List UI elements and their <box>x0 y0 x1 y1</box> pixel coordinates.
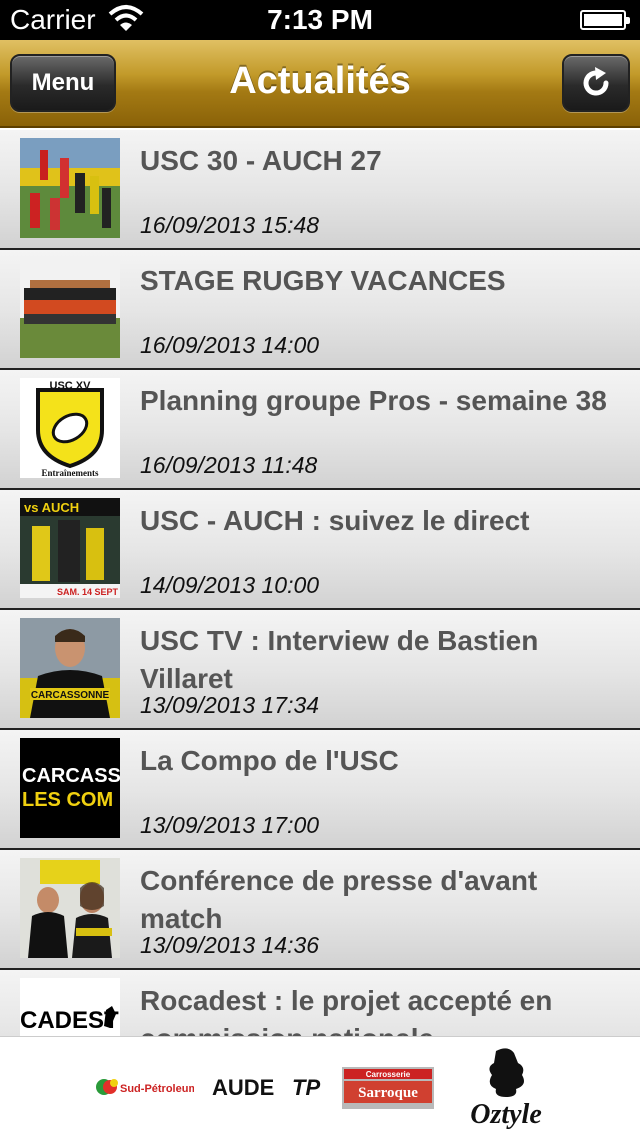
refresh-button[interactable] <box>562 54 630 112</box>
news-title: Planning groupe Pros - semaine 38 <box>140 385 607 416</box>
news-item[interactable]: Conférence de presse d'avant match 13/09… <box>0 850 640 970</box>
thumb-label: USC XV <box>50 380 92 392</box>
news-title: Conférence de presse d'avant match <box>140 865 538 934</box>
battery-icon <box>580 10 630 30</box>
status-bar: Carrier 7:13 PM <box>0 0 640 40</box>
news-item[interactable]: CARCASS LES COM La Compo de l'USC 13/09/… <box>0 730 640 850</box>
news-title: STAGE RUGBY VACANCES <box>140 265 506 296</box>
news-list[interactable]: USC 30 - AUCH 27 16/09/2013 15:48 STAGE … <box>0 130 640 1036</box>
news-item[interactable]: CARCASSONNE USC TV : Interview de Bastie… <box>0 610 640 730</box>
sponsor-name: Oztyle <box>470 1099 542 1130</box>
news-thumbnail: CARCASSONNE <box>20 618 120 718</box>
news-item[interactable]: STAGE RUGBY VACANCES 16/09/2013 14:00 <box>0 250 640 370</box>
news-thumbnail: vs AUCH SAM. 14 SEPT <box>20 498 120 598</box>
clock: 7:13 PM <box>267 4 373 35</box>
page-title: Actualités <box>229 60 411 102</box>
sponsor-logo-aude-tp[interactable]: AUDE TP <box>212 1071 322 1103</box>
news-title: USC - AUCH : suivez le direct <box>140 505 530 536</box>
thumb-label: vs AUCH <box>24 500 79 515</box>
sponsor-sub: Sarroque <box>358 1085 418 1101</box>
sponsor-name: Sud-Pétroleum <box>120 1083 194 1095</box>
news-thumbnail <box>20 258 120 358</box>
news-date: 13/09/2013 17:34 <box>140 692 320 718</box>
news-thumbnail: CADEST <box>20 978 120 1036</box>
sponsor-logo-sud-petroleum[interactable]: Sud-Pétroleum <box>94 1069 198 1105</box>
news-item[interactable]: vs AUCH SAM. 14 SEPT USC - AUCH : suivez… <box>0 490 640 610</box>
sponsor-logo-carrosserie[interactable]: Carrosserie Sarroque <box>342 1067 434 1109</box>
news-item[interactable]: USC 30 - AUCH 27 16/09/2013 15:48 <box>0 130 640 250</box>
sponsor-banner[interactable]: Sud-Pétroleum AUDE TP Carrosserie Sarroq… <box>0 1036 640 1136</box>
news-date: 13/09/2013 14:36 <box>140 932 320 958</box>
news-title: La Compo de l'USC <box>140 745 399 776</box>
sponsor-name: AUDE <box>212 1075 274 1100</box>
thumb-label: CADEST <box>20 1007 119 1034</box>
sponsor-logo-oztyle[interactable]: Oztyle <box>456 1045 556 1131</box>
news-title: Rocadest : le projet accepté en commissi… <box>140 985 553 1036</box>
news-thumbnail <box>20 858 120 958</box>
news-date: 16/09/2013 15:48 <box>140 212 320 238</box>
refresh-icon <box>583 67 609 96</box>
thumb-label: LES COM <box>22 789 113 811</box>
news-item[interactable]: USC XV Entraînements Planning groupe Pro… <box>0 370 640 490</box>
news-thumbnail: USC XV Entraînements <box>20 378 120 478</box>
news-date: 13/09/2013 17:00 <box>140 812 320 838</box>
news-item[interactable]: CADEST Rocadest : le projet accepté en c… <box>0 970 640 1036</box>
thumb-label: CARCASSONNE <box>31 690 110 701</box>
thumb-label: Entraînements <box>42 468 99 478</box>
thumb-label: SAM. 14 SEPT <box>57 587 119 597</box>
news-thumbnail: CARCASS LES COM <box>20 738 120 838</box>
sponsor-name: Carrosserie <box>366 1070 411 1079</box>
news-date: 16/09/2013 14:00 <box>140 332 320 358</box>
news-date: 16/09/2013 11:48 <box>140 452 318 478</box>
news-title: USC 30 - AUCH 27 <box>140 145 382 176</box>
thumb-label: CARCASS <box>22 765 120 787</box>
sponsor-suffix: TP <box>292 1075 320 1100</box>
news-title: USC TV : Interview de Bastien Villaret <box>140 625 539 694</box>
news-thumbnail <box>20 138 120 238</box>
news-date: 14/09/2013 10:00 <box>140 572 320 598</box>
navigation-bar: Menu Actualités <box>0 40 640 128</box>
